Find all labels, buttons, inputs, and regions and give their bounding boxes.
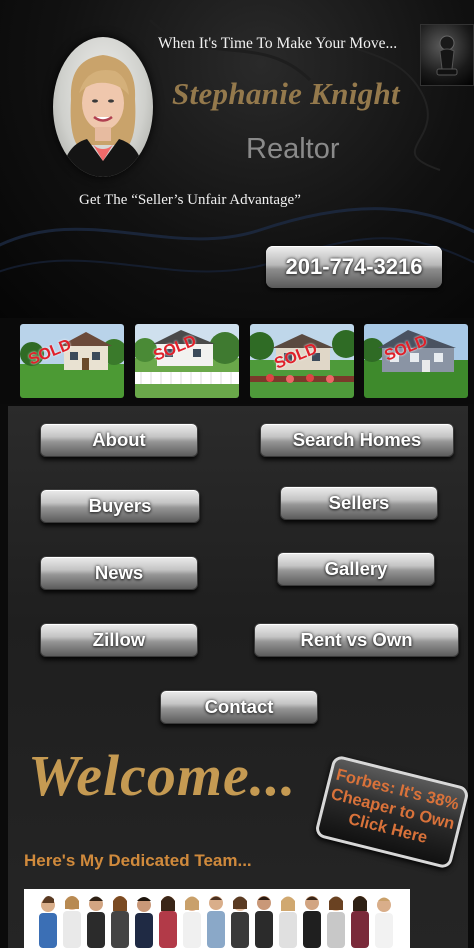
welcome-heading: Welcome... [28,743,297,808]
rent-vs-own-button[interactable]: Rent vs Own [254,623,459,657]
news-button[interactable]: News [40,556,198,590]
sold-listing-1[interactable]: SOLD [20,324,124,398]
sold-listings-strip: SOLD SOLD SOLD SOLD [0,318,474,404]
tagline: When It's Time To Make Your Move... [158,35,398,52]
chess-piece-image [420,24,474,86]
sellers-button[interactable]: Sellers [280,486,438,520]
team-heading: Here's My Dedicated Team... [24,851,252,870]
header-banner: When It's Time To Make Your Move... Step… [0,0,474,318]
about-button[interactable]: About [40,423,198,457]
gallery-button[interactable]: Gallery [277,552,435,586]
zillow-button[interactable]: Zillow [40,623,198,657]
agent-title: Realtor [246,133,340,165]
search-homes-button[interactable]: Search Homes [260,423,454,457]
sold-listing-2[interactable]: SOLD [135,324,239,398]
sold-listing-3[interactable]: SOLD [250,324,354,398]
sold-listing-4[interactable]: SOLD [364,324,468,398]
phone-button[interactable]: 201-774-3216 [266,246,442,288]
team-members [39,896,393,948]
agent-portrait [53,37,153,177]
advantage-slogan: Get The “Seller’s Unfair Advantage” [79,192,301,208]
contact-button[interactable]: Contact [160,690,318,724]
team-photo [24,889,410,948]
agent-name: Stephanie Knight [172,76,400,111]
buyers-button[interactable]: Buyers [40,489,200,523]
